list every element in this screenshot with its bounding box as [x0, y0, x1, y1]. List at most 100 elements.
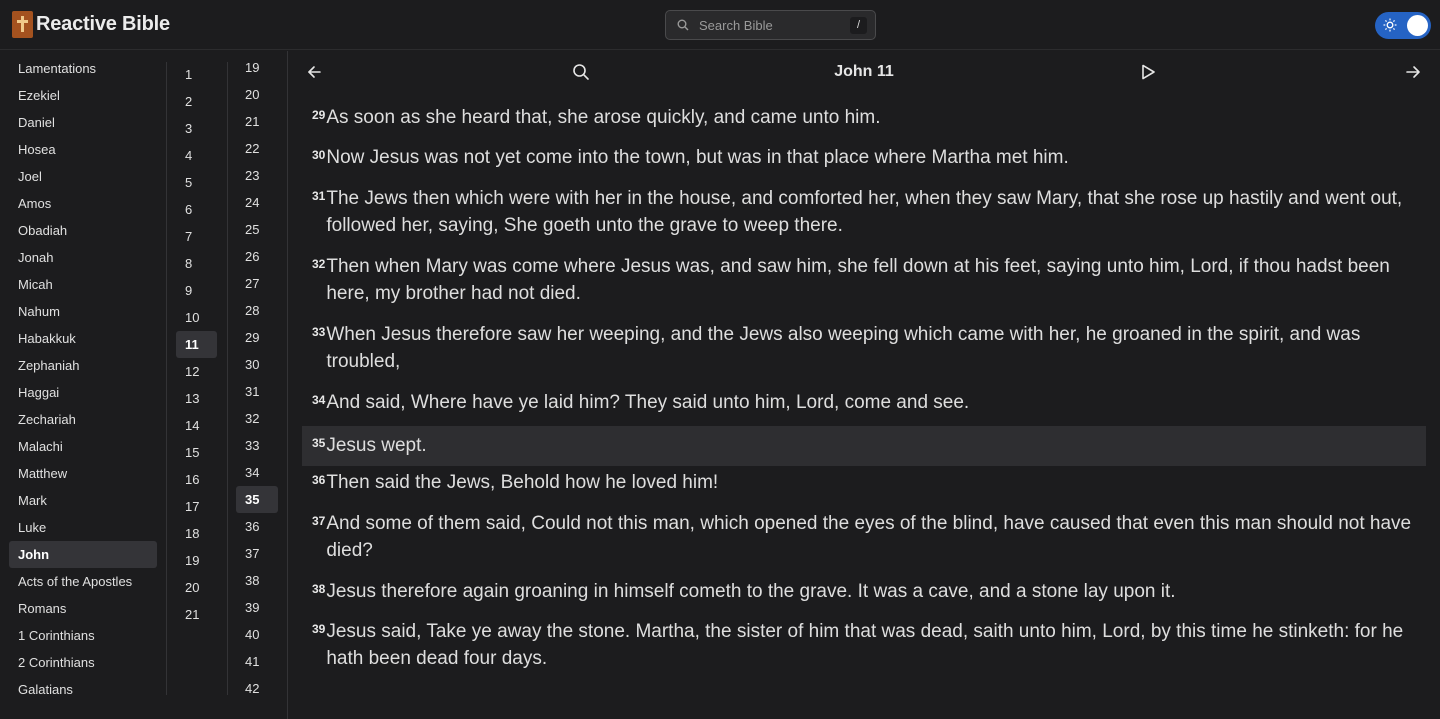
chapter-item[interactable]: 4	[176, 142, 217, 169]
verse-number-item[interactable]: 41	[236, 648, 278, 675]
verse-number-item[interactable]: 23	[236, 162, 278, 189]
chapter-item[interactable]: 15	[176, 439, 217, 466]
verse-row[interactable]: 39 Jesus said, Take ye away the stone. Ma…	[302, 618, 1426, 672]
verse-row[interactable]: 32 Then when Mary was come where Jesus wa…	[302, 253, 1426, 307]
book-item[interactable]: Acts of the Apostles	[9, 568, 157, 595]
search-verse-button[interactable]	[571, 62, 591, 82]
verse-text: Now Jesus was not yet come into the town…	[326, 147, 1069, 168]
book-item[interactable]: Malachi	[9, 433, 157, 460]
book-item[interactable]: 2 Corinthians	[9, 649, 157, 676]
chapter-item[interactable]: 20	[176, 574, 217, 601]
verse-row[interactable]: 33 When Jesus therefore saw her weeping, …	[302, 321, 1426, 375]
chapter-item[interactable]: 14	[176, 412, 217, 439]
book-item[interactable]: Daniel	[9, 109, 157, 136]
book-item[interactable]: 1 Corinthians	[9, 622, 157, 649]
chapter-item[interactable]: 13	[176, 385, 217, 412]
verse-number-item[interactable]: 31	[236, 378, 278, 405]
verse-number-item[interactable]: 37	[236, 540, 278, 567]
search-placeholder: Search Bible	[699, 18, 773, 33]
chapter-item[interactable]: 2	[176, 88, 217, 115]
book-list: Lamentations Ezekiel Daniel Hosea Joel Amos Ob…	[0, 51, 166, 719]
book-item[interactable]: Zechariah	[9, 406, 157, 433]
chapter-item[interactable]: 3	[176, 115, 217, 142]
verse-number-item[interactable]: 26	[236, 243, 278, 270]
verse-text: Jesus said, Take ye away the stone. Mart…	[326, 621, 1404, 669]
book-item[interactable]: Joel	[9, 163, 157, 190]
verse-number: 38	[312, 582, 326, 596]
book-item[interactable]: Ezekiel	[9, 82, 157, 109]
book-item[interactable]: Haggai	[9, 379, 157, 406]
chapter-item[interactable]: 21	[176, 601, 217, 628]
next-chapter-button[interactable]	[1403, 62, 1423, 82]
verse-number-item[interactable]: 30	[236, 351, 278, 378]
verse-text: And some of them said, Could not this ma…	[326, 513, 1412, 561]
verse-number-item[interactable]: 42	[236, 675, 278, 702]
book-item[interactable]: Jonah	[9, 244, 157, 271]
app-header: Reactive Bible Search Bible /	[0, 0, 1440, 50]
previous-chapter-button[interactable]	[305, 62, 325, 82]
verse-number-item[interactable]: 28	[236, 297, 278, 324]
book-item[interactable]: Micah	[9, 271, 157, 298]
book-item[interactable]: Amos	[9, 190, 157, 217]
verse-number-item[interactable]: 29	[236, 324, 278, 351]
verse-row[interactable]: 30 Now Jesus was not yet come into the to…	[302, 144, 1426, 171]
book-item[interactable]: Galatians	[9, 676, 157, 703]
verse-row[interactable]: 37 And some of them said, Could not this …	[302, 510, 1426, 564]
chapter-item[interactable]: 9	[176, 277, 217, 304]
search-input[interactable]: Search Bible /	[665, 10, 876, 40]
book-item[interactable]: Matthew	[9, 460, 157, 487]
chapter-item[interactable]: 16	[176, 466, 217, 493]
chapter-item[interactable]: 17	[176, 493, 217, 520]
verse-number-item[interactable]: 39	[236, 594, 278, 621]
verse-number-item[interactable]: 27	[236, 270, 278, 297]
book-item[interactable]: Romans	[9, 595, 157, 622]
chapter-item[interactable]: 7	[176, 223, 217, 250]
verse-number-item[interactable]: 19	[236, 54, 278, 81]
verse-row[interactable]: 29 As soon as she heard that, she arose q…	[302, 104, 1426, 131]
verse-number-item[interactable]: 38	[236, 567, 278, 594]
verse-number-item[interactable]: 36	[236, 513, 278, 540]
chapter-item[interactable]: 12	[176, 358, 217, 385]
book-item[interactable]: Nahum	[9, 298, 157, 325]
verse-text: Jesus wept.	[326, 435, 427, 456]
chapter-item[interactable]: 19	[176, 547, 217, 574]
verse-number-item[interactable]: 33	[236, 432, 278, 459]
verse-number-item[interactable]: 24	[236, 189, 278, 216]
chapter-item[interactable]: 6	[176, 196, 217, 223]
chapter-item[interactable]: 5	[176, 169, 217, 196]
verse-row[interactable]: 36 Then said the Jews, Behold how he love…	[302, 469, 1426, 496]
chapter-list: 1 2 3 4 5 6 7 8 9 10 11 12 13 14 15 16 17 18 19 20 21	[167, 51, 227, 719]
chapter-item[interactable]: 1	[176, 61, 217, 88]
book-item[interactable]: Zephaniah	[9, 352, 157, 379]
verse-number-item[interactable]: 25	[236, 216, 278, 243]
chapter-item[interactable]: 11	[176, 331, 217, 358]
book-item[interactable]: Obadiah	[9, 217, 157, 244]
theme-toggle[interactable]	[1375, 12, 1431, 39]
verse-number-item[interactable]: 22	[236, 135, 278, 162]
verse-number-item[interactable]: 40	[236, 621, 278, 648]
verse-text: Jesus therefore again groaning in himsel…	[326, 581, 1176, 602]
verse-row[interactable]: 38 Jesus therefore again groaning in hims…	[302, 578, 1426, 605]
verse-row[interactable]: 34 And said, Where have ye laid him? They…	[302, 389, 1426, 416]
book-item[interactable]: John	[9, 541, 157, 568]
play-audio-button[interactable]	[1138, 62, 1158, 82]
verse-number-item[interactable]: 21	[236, 108, 278, 135]
verse-number: 31	[312, 189, 326, 203]
verse-number-item[interactable]: 20	[236, 81, 278, 108]
book-item[interactable]: Lamentations	[9, 55, 157, 82]
book-item[interactable]: Habakkuk	[9, 325, 157, 352]
verse-number-item[interactable]: 32	[236, 405, 278, 432]
verse-number: 30	[312, 148, 326, 162]
book-item[interactable]: Hosea	[9, 136, 157, 163]
verse-number-item[interactable]: 35	[236, 486, 278, 513]
book-item[interactable]: Luke	[9, 514, 157, 541]
chapter-item[interactable]: 18	[176, 520, 217, 547]
app-logo[interactable]: Reactive Bible	[12, 11, 170, 38]
verse-row[interactable]: 35 Jesus wept.	[302, 426, 1426, 466]
verse-row[interactable]: 31 The Jews then which were with her in t…	[302, 185, 1426, 239]
book-item[interactable]: Mark	[9, 487, 157, 514]
verse-number-item[interactable]: 34	[236, 459, 278, 486]
verse-text: Then said the Jews, Behold how he loved …	[326, 472, 719, 493]
chapter-item[interactable]: 10	[176, 304, 217, 331]
chapter-item[interactable]: 8	[176, 250, 217, 277]
